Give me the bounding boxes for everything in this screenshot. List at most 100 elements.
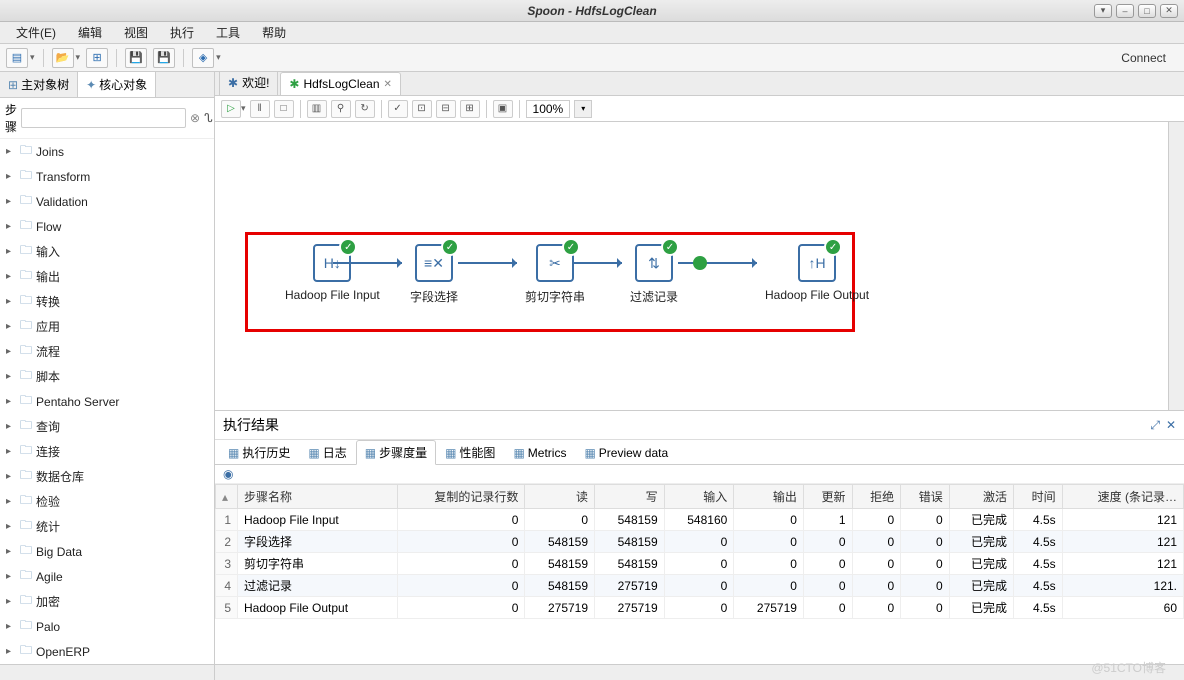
column-header[interactable]: 输入 xyxy=(664,485,734,509)
column-header[interactable]: 时间 xyxy=(1014,485,1063,509)
column-header[interactable]: 写 xyxy=(595,485,665,509)
tree-item[interactable]: ▸🗀OpenERP xyxy=(0,639,214,664)
tree-item[interactable]: ▸🗀输入 xyxy=(0,239,214,264)
tree-item[interactable]: ▸🗀Big Data xyxy=(0,539,214,564)
tree-item[interactable]: ▸🗀统计 xyxy=(0,514,214,539)
tree-item[interactable]: ▸🗀Agile xyxy=(0,564,214,589)
column-header[interactable]: 速度 (条记录… xyxy=(1062,485,1183,509)
eye-icon[interactable]: ◉ xyxy=(223,467,233,481)
menu-view[interactable]: 视图 xyxy=(114,21,158,44)
tree-item[interactable]: ▸🗀加密 xyxy=(0,589,214,614)
search-input[interactable] xyxy=(21,108,186,128)
column-header[interactable]: 步骤名称 xyxy=(238,485,398,509)
tree-item[interactable]: ▸🗀检验 xyxy=(0,489,214,514)
menu-tools[interactable]: 工具 xyxy=(206,21,250,44)
results-tab[interactable]: ▦步骤度量 xyxy=(356,440,436,465)
menu-edit[interactable]: 编辑 xyxy=(68,21,112,44)
tree-item[interactable]: ▸🗀脚本 xyxy=(0,364,214,389)
step-node[interactable]: ✂✓剪切字符串 xyxy=(525,244,585,305)
hop-arrow[interactable] xyxy=(333,262,402,264)
results-tab[interactable]: ▦执行历史 xyxy=(219,440,299,465)
tab-welcome[interactable]: ✱欢迎! xyxy=(219,72,278,95)
step-node[interactable]: H↓✓Hadoop File Input xyxy=(285,244,380,302)
tree-item[interactable]: ▸🗀查询 xyxy=(0,414,214,439)
new-button[interactable]: ▤ xyxy=(6,48,28,68)
save-button[interactable]: 💾 xyxy=(125,48,147,68)
show-results-button[interactable]: ▣ xyxy=(493,100,513,118)
results-tab[interactable]: ▦Preview data xyxy=(575,440,677,465)
canvas-vscroll[interactable] xyxy=(1168,122,1184,410)
debug-button[interactable]: ⚲ xyxy=(331,100,351,118)
open-button[interactable]: 📂 xyxy=(52,48,74,68)
sidebar-scrollbar[interactable] xyxy=(0,664,214,680)
maximize-button[interactable]: □ xyxy=(1138,4,1156,18)
tree-item[interactable]: ▸🗀输出 xyxy=(0,264,214,289)
zoom-dropdown[interactable]: ▾ xyxy=(574,100,592,118)
clear-search-icon[interactable]: ⊗ xyxy=(190,111,200,125)
replay-button[interactable]: ↻ xyxy=(355,100,375,118)
hop-arrow[interactable] xyxy=(678,262,757,264)
tree-item[interactable]: ▸🗀Flow xyxy=(0,214,214,239)
tree-item[interactable]: ▸🗀流程 xyxy=(0,339,214,364)
step-node[interactable]: ⇅✓过滤记录 xyxy=(630,244,678,305)
column-header[interactable]: 读 xyxy=(525,485,595,509)
table-row[interactable]: 1Hadoop File Input005481595481600100已完成4… xyxy=(216,509,1184,531)
canvas[interactable]: H↓✓Hadoop File Input ≡✕✓字段选择 ✂✓剪切字符串 ⇅✓过滤记录… xyxy=(215,122,1168,410)
run-button[interactable]: ▷ xyxy=(221,100,241,118)
connect-link[interactable]: Connect xyxy=(1109,51,1178,65)
column-header[interactable]: 错误 xyxy=(901,485,950,509)
results-tab[interactable]: ▦Metrics xyxy=(504,440,575,465)
tree-item[interactable]: ▸🗀Palo xyxy=(0,614,214,639)
tree-item[interactable]: ▸🗀连接 xyxy=(0,439,214,464)
impact-button[interactable]: ⊡ xyxy=(412,100,432,118)
tree-item[interactable]: ▸🗀Pentaho Server xyxy=(0,389,214,414)
saveas-button[interactable]: 💾 xyxy=(153,48,175,68)
detach-icon[interactable]: ⤢ xyxy=(1150,418,1160,433)
column-header[interactable]: ▴ xyxy=(216,485,238,509)
tab-hdfslogclean[interactable]: ✱HdfsLogClean✕ xyxy=(280,72,401,95)
pause-button[interactable]: ‖ xyxy=(250,100,270,118)
menu-help[interactable]: 帮助 xyxy=(252,21,296,44)
close-tab-icon[interactable]: ✕ xyxy=(384,79,392,90)
menu-file[interactable]: 文件(E) xyxy=(6,21,66,44)
table-row[interactable]: 3剪切字符串054815954815900000已完成4.5s121 xyxy=(216,553,1184,575)
tree-item[interactable]: ▸🗀Transform xyxy=(0,164,214,189)
expand-icon[interactable]: ᔐ xyxy=(204,111,213,125)
tree-item[interactable]: ▸🗀Validation xyxy=(0,189,214,214)
menu-run[interactable]: 执行 xyxy=(160,21,204,44)
results-tab[interactable]: ▦日志 xyxy=(299,440,355,465)
close-results-icon[interactable]: ✕ xyxy=(1166,418,1176,433)
zoom-value[interactable]: 100% xyxy=(526,100,571,118)
column-header[interactable]: 拒绝 xyxy=(852,485,901,509)
table-row[interactable]: 5Hadoop File Output027571927571902757190… xyxy=(216,597,1184,619)
iconify-button[interactable]: – xyxy=(1116,4,1134,18)
hop-arrow[interactable] xyxy=(458,262,517,264)
sql-button[interactable]: ⊟ xyxy=(436,100,456,118)
results-scrollbar[interactable] xyxy=(215,664,1184,680)
tree-item[interactable]: ▸🗀应用 xyxy=(0,314,214,339)
close-button[interactable]: ✕ xyxy=(1160,4,1178,18)
perspective-button[interactable]: ◈ xyxy=(192,48,214,68)
tab-main-tree[interactable]: ⊞主对象树 xyxy=(0,72,78,97)
tree-item[interactable]: ▸🗀Joins xyxy=(0,139,214,164)
stop-button[interactable]: □ xyxy=(274,100,294,118)
tree-item[interactable]: ▸🗀转换 xyxy=(0,289,214,314)
results-tab[interactable]: ▦性能图 xyxy=(436,440,504,465)
explore-button[interactable]: ⊞ xyxy=(86,48,108,68)
table-row[interactable]: 4过滤记录054815927571900000已完成4.5s121. xyxy=(216,575,1184,597)
explore-db-button[interactable]: ⊞ xyxy=(460,100,480,118)
column-header[interactable]: 输出 xyxy=(734,485,804,509)
column-header[interactable]: 激活 xyxy=(949,485,1013,509)
preview-button[interactable]: ▥ xyxy=(307,100,327,118)
tree-item[interactable]: ▸🗀数据仓库 xyxy=(0,464,214,489)
table-row[interactable]: 2字段选择054815954815900000已完成4.5s121 xyxy=(216,531,1184,553)
step-node[interactable]: ≡✕✓字段选择 xyxy=(410,244,458,305)
minimize-button[interactable]: ▾ xyxy=(1094,4,1112,18)
column-header[interactable]: 更新 xyxy=(803,485,852,509)
step-node[interactable]: ↑H✓Hadoop File Output xyxy=(765,244,869,302)
column-header[interactable]: 复制的记录行数 xyxy=(398,485,525,509)
tab-core-objects[interactable]: ✦核心对象 xyxy=(78,72,156,97)
verify-button[interactable]: ✓ xyxy=(388,100,408,118)
hop-arrow[interactable] xyxy=(573,262,622,264)
steps-tree[interactable]: ▸🗀Joins▸🗀Transform▸🗀Validation▸🗀Flow▸🗀输入… xyxy=(0,139,214,664)
